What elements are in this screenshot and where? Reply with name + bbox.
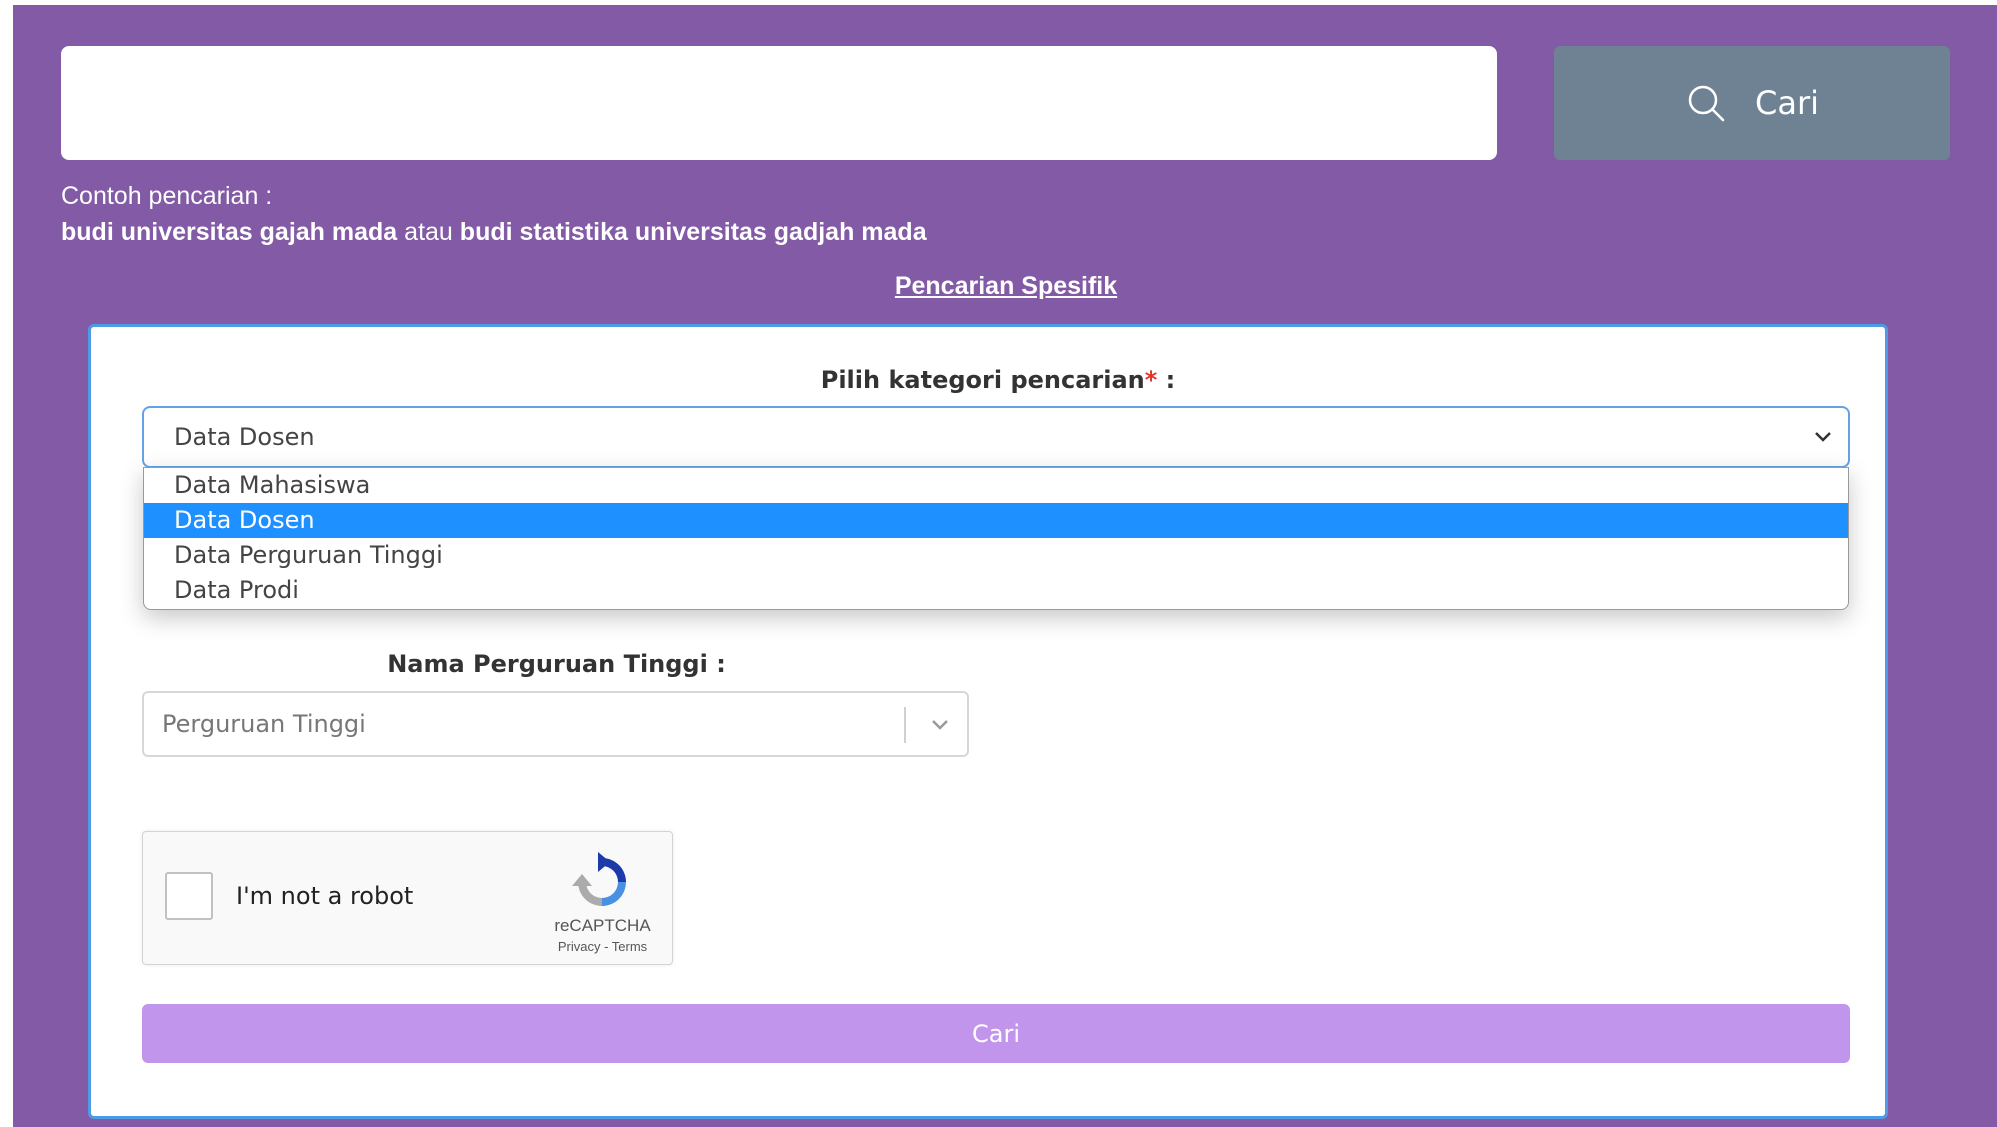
search-button-label: Cari [1755,84,1819,122]
search-icon [1688,85,1725,122]
chevron-down-icon [932,720,948,730]
category-select[interactable]: Data Dosen [142,406,1850,468]
example-connector: atau [404,218,453,246]
select-separator [904,707,906,743]
recaptcha-privacy-link[interactable]: Privacy [558,939,601,954]
recaptcha-separator: - [600,939,612,954]
recaptcha-logo-icon [572,852,626,906]
recaptcha-label: I'm not a robot [236,882,414,910]
recaptcha-brand: reCAPTCHA [554,916,651,935]
example-title: Contoh pencarian : [61,182,273,210]
recaptcha-terms: Privacy - Terms [535,939,670,954]
university-label: Nama Perguruan Tinggi : [387,650,726,678]
example-query-1: budi universitas gajah mada [61,218,398,246]
search-input[interactable] [61,46,1497,160]
example-line: budi universitas gajah mada atau budi st… [61,218,927,247]
example-query-2: budi statistika universitas gadjah mada [459,218,927,246]
category-label-suffix: : [1157,366,1176,394]
required-mark: * [1144,366,1158,394]
submit-button[interactable]: Cari [142,1004,1850,1063]
category-label: Pilih kategori pencarian* : [0,366,1996,394]
recaptcha-checkbox[interactable] [165,872,213,920]
university-select[interactable]: Perguruan Tinggi [142,691,969,757]
recaptcha-terms-link[interactable]: Terms [612,939,647,954]
dropdown-option-data-dosen[interactable]: Data Dosen [144,503,1848,538]
category-label-text: Pilih kategori pencarian [820,366,1145,394]
dropdown-option-data-mahasiswa[interactable]: Data Mahasiswa [144,468,1848,503]
university-placeholder: Perguruan Tinggi [162,710,366,738]
chevron-down-icon [1815,432,1831,442]
specific-search-link[interactable]: Pencarian Spesifik [0,272,1997,301]
search-button[interactable]: Cari [1554,46,1950,160]
category-selected-value: Data Dosen [174,423,315,451]
category-dropdown-list: Data Mahasiswa Data Dosen Data Perguruan… [143,467,1849,610]
recaptcha-widget: I'm not a robot reCAPTCHA Privacy - Term… [142,831,673,965]
dropdown-option-data-perguruan-tinggi[interactable]: Data Perguruan Tinggi [144,538,1848,573]
dropdown-option-data-prodi[interactable]: Data Prodi [144,573,1848,608]
